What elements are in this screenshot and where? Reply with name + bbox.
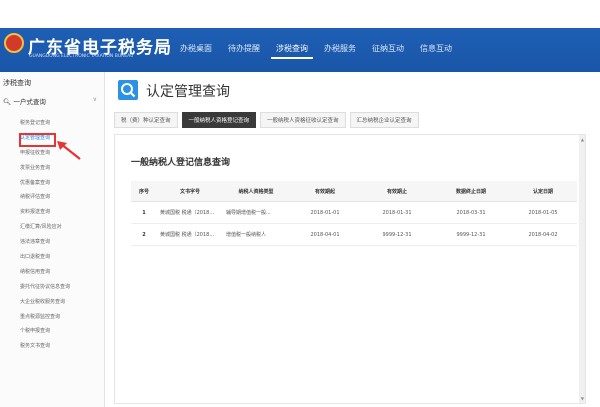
table-row[interactable]: 2 黄城国税 税通〔2018... 增值税一般纳税人 2018-04-01 99… — [131, 223, 577, 246]
sidebar-item-invoice[interactable]: 发票业务查询 — [20, 161, 100, 176]
col-valid-from: 有效期起 — [289, 181, 361, 202]
sidebar-group-label: 一户式查询 — [13, 98, 46, 106]
sidebar-item-documents[interactable]: 税务文书查询 — [20, 339, 100, 354]
sidebar-item-preference[interactable]: 优惠备案查询 — [20, 176, 100, 191]
row-data-end-date: 9999-12-31 — [433, 223, 509, 246]
vertical-scrollbar[interactable]: ▲ ▼ — [579, 135, 585, 403]
row-certification-date: 2018-04-02 — [509, 223, 577, 246]
main-content: 认定管理查询 税（费）种认定查询 一般纳税人资格登记查询 一般纳税人资格征收认定… — [104, 72, 600, 407]
row-valid-from: 2018-01-01 — [289, 201, 361, 224]
magnifier-icon — [121, 83, 136, 98]
result-table: 序号 文书字号 纳税人资格类型 有效期起 有效期止 数据终止日期 认定日期 1 … — [131, 181, 577, 246]
col-doc-number: 文书字号 — [157, 181, 223, 202]
section-title: 一般纳税人登记信息查询 — [131, 158, 231, 168]
row-certification-date: 2018-01-05 — [509, 201, 577, 224]
row-index: 1 — [131, 201, 157, 224]
row-index: 2 — [131, 223, 157, 246]
col-data-end-date: 数据终止日期 — [433, 181, 509, 202]
scroll-down-icon[interactable]: ▼ — [581, 396, 584, 401]
row-valid-from: 2018-04-01 — [289, 223, 361, 246]
nav-info[interactable]: 信息互动 — [415, 40, 457, 59]
sidebar-item-assessment[interactable]: 纳税评估查询 — [20, 190, 100, 205]
sidebar-item-agency[interactable]: 委托代征协议信息查询 — [20, 280, 100, 295]
col-certification-date: 认定日期 — [509, 181, 577, 202]
sidebar-group[interactable]: 🔍︎ 一户式查询 ∨ — [3, 96, 97, 106]
sidebar-item-settlement[interactable]: 汇缴汇算/风险应对 — [20, 220, 100, 235]
top-nav: 办税桌面 待办提醒 涉税查询 办税服务 征纳互动 信息互动 — [175, 40, 463, 59]
app-subtitle: GUANGDONG ELECTRONIC TAXATION BUREAU — [29, 54, 134, 59]
sidebar-title: 涉税查询 — [3, 79, 31, 87]
nav-tax-service[interactable]: 办税服务 — [319, 40, 361, 59]
tab-consolidated-tax[interactable]: 汇总纳税企业认定查询 — [349, 112, 419, 128]
col-index: 序号 — [131, 181, 157, 202]
sidebar-item-materials[interactable]: 资料报送查询 — [20, 205, 100, 220]
table-row[interactable]: 1 黄城国税 税通〔2018... 辅导期增值税一般... 2018-01-01… — [131, 201, 577, 224]
col-qualification-type: 纳税人资格类型 — [223, 181, 289, 202]
query-tabs: 税（费）种认定查询 一般纳税人资格登记查询 一般纳税人资格征收认定查询 汇总纳税… — [114, 112, 423, 128]
page-title: 认定管理查询 — [146, 84, 230, 100]
row-qualification-type: 辅导期增值税一般... — [223, 201, 289, 224]
sidebar: 涉税查询 🔍︎ 一户式查询 ∨ 税务登记查询 认定管理查询 申报征收查询 发票业… — [0, 72, 105, 407]
highlight-box — [19, 133, 56, 147]
tab-tax-type[interactable]: 税（费）种认定查询 — [114, 112, 178, 128]
chevron-down-icon: ∨ — [92, 96, 97, 103]
row-qualification-type: 增值税一般纳税人 — [223, 223, 289, 246]
sidebar-item-violations[interactable]: 违法违章查询 — [20, 235, 100, 250]
sidebar-item-export-refund[interactable]: 出口退税查询 — [20, 250, 100, 265]
sidebar-item-key-source[interactable]: 重点税源监控查询 — [20, 310, 100, 325]
nav-desktop[interactable]: 办税桌面 — [175, 40, 217, 59]
sidebar-item-credit[interactable]: 纳税信用查询 — [20, 265, 100, 280]
scroll-up-icon[interactable]: ▲ — [581, 137, 584, 142]
nav-interaction[interactable]: 征纳互动 — [367, 40, 409, 59]
result-panel: 一般纳税人登记信息查询 序号 文书字号 纳税人资格类型 有效期起 有效期止 数据… — [114, 134, 586, 404]
row-valid-to: 2018-01-31 — [361, 201, 433, 224]
nav-todo[interactable]: 待办提醒 — [223, 40, 265, 59]
row-doc-number: 黄城国税 税通〔2018... — [157, 201, 223, 224]
red-arrow-icon — [57, 141, 81, 160]
row-doc-number: 黄城国税 税通〔2018... — [157, 223, 223, 246]
top-strip — [0, 0, 600, 28]
sidebar-item-tax-registration[interactable]: 税务登记查询 — [20, 116, 100, 131]
col-valid-to: 有效期止 — [361, 181, 433, 202]
search-icon — [118, 80, 138, 100]
table-header-row: 序号 文书字号 纳税人资格类型 有效期起 有效期止 数据终止日期 认定日期 — [131, 181, 577, 202]
search-icon: 🔍︎ — [3, 98, 14, 106]
tab-general-taxpayer-registration[interactable]: 一般纳税人资格登记查询 — [181, 112, 257, 128]
tax-bureau-logo-icon — [4, 33, 24, 53]
nav-tax-query[interactable]: 涉税查询 — [271, 40, 313, 59]
tab-general-taxpayer-levy[interactable]: 一般纳税人资格征收认定查询 — [260, 112, 346, 128]
sidebar-item-large-enterprise[interactable]: 大企业税收服务查询 — [20, 295, 100, 310]
sidebar-item-personal-tax[interactable]: 个税申报查询 — [20, 324, 100, 339]
row-data-end-date: 2018-03-31 — [433, 201, 509, 224]
row-valid-to: 9999-12-31 — [361, 223, 433, 246]
